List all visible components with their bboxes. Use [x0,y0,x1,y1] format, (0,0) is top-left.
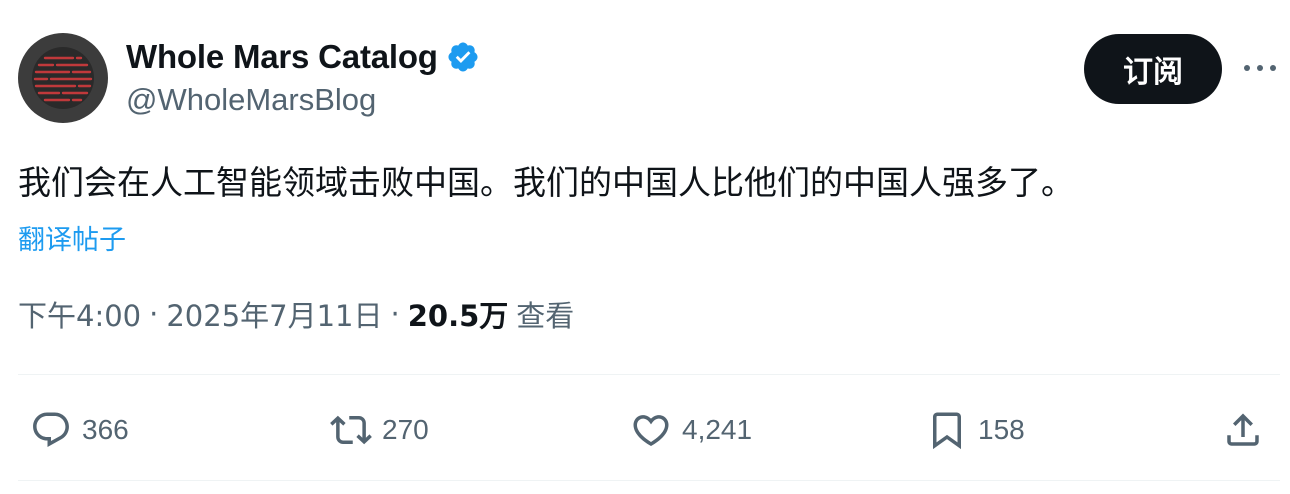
like-icon [633,415,669,447]
share-button[interactable] [1222,396,1264,464]
like-button[interactable]: 4,241 [630,396,752,464]
views-count: 20.5万 [407,299,509,333]
like-count: 4,241 [682,414,753,445]
meta-separator: · [390,297,400,331]
tweet-date[interactable]: 2025年7月11日 [166,293,382,335]
bookmark-button[interactable]: 158 [926,396,1025,464]
retweet-button[interactable]: 270 [330,396,429,464]
divider [18,480,1280,481]
reply-icon [33,412,69,447]
tweet-card: Whole Mars Catalog @WholeMarsBlog 订阅 我们会… [0,0,1290,494]
translate-post-link[interactable]: 翻译帖子 [18,218,126,257]
tweet-time[interactable]: 下午4:00 [18,293,141,335]
tweet-text: 我们会在人工智能领域击败中国。我们的中国人比他们的中国人强多了。 [18,163,1074,202]
avatar[interactable] [18,33,108,123]
subscribe-button[interactable]: 订阅 [1084,34,1222,104]
meta-separator: · [149,297,159,331]
bookmark-count: 158 [978,414,1025,445]
views-label: 查看 [516,299,575,333]
bookmark-icon [933,412,961,450]
mars-logo-icon [32,47,94,109]
author-handle[interactable]: @WholeMarsBlog [126,82,480,118]
reply-button[interactable]: 366 [30,396,129,464]
divider [18,374,1280,375]
tweet-meta: 下午4:00 · 2025年7月11日 · 20.5万 查看 [18,293,574,335]
share-icon [1227,413,1259,446]
retweet-count: 270 [382,414,429,445]
retweet-icon [330,415,372,445]
reply-count: 366 [82,414,129,445]
author-info: Whole Mars Catalog @WholeMarsBlog [126,36,480,118]
verified-badge-icon[interactable] [446,40,480,74]
action-bar: 366 270 4,241 158 [0,396,1290,464]
author-display-name[interactable]: Whole Mars Catalog [126,38,438,76]
more-icon[interactable] [1240,56,1280,80]
